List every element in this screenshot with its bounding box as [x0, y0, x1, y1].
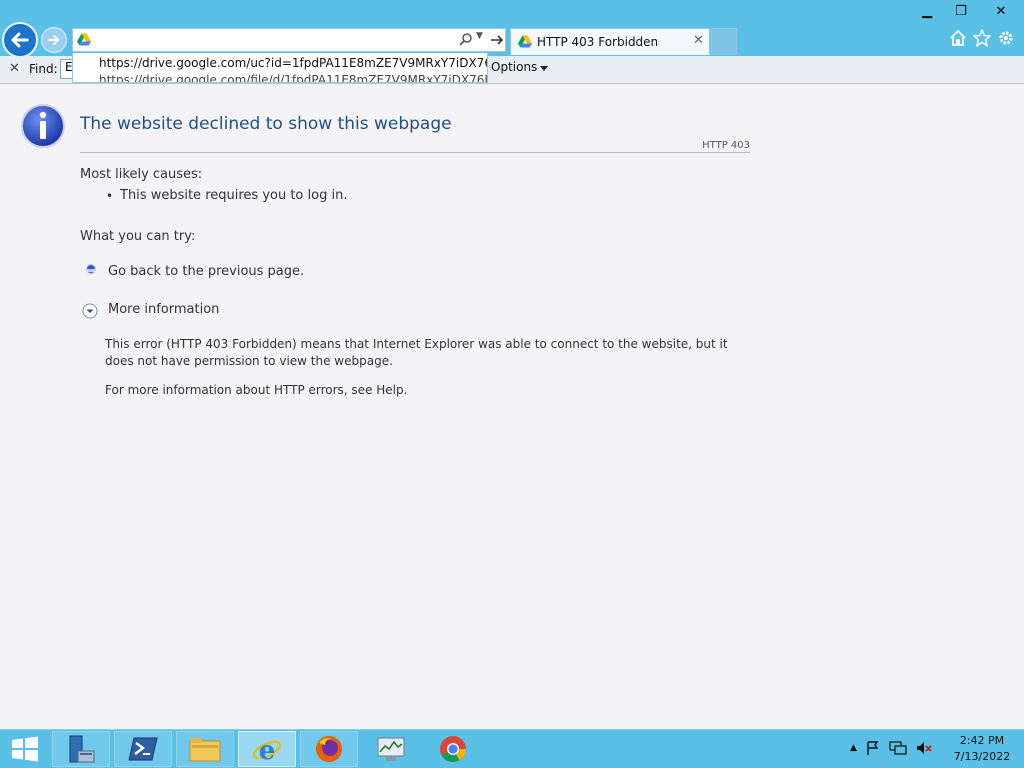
browser-chrome: ▁ ❐ ✕ ▼ HTTP 403 Forbidden ✕ ✕ Find: E O…	[0, 0, 1024, 84]
taskbar: e ▲ 2:42 PM 7/13/2022	[0, 729, 1024, 768]
tab-title: HTTP 403 Forbidden	[537, 35, 659, 49]
chrome-taskbar-icon[interactable]	[424, 731, 482, 767]
gear-icon[interactable]	[996, 28, 1016, 48]
file-explorer-taskbar-icon[interactable]	[176, 731, 234, 767]
go-back-link[interactable]: Go back to the previous page.	[108, 264, 304, 279]
system-tray: ▲	[850, 740, 933, 756]
google-drive-icon	[518, 35, 532, 48]
close-window-button[interactable]: ✕	[978, 0, 1024, 22]
chevron-down-icon[interactable]: ▼	[476, 31, 483, 41]
more-information-link[interactable]: More information	[108, 302, 219, 317]
back-arrow-icon	[11, 32, 29, 48]
volume-muted-icon[interactable]	[915, 740, 933, 756]
svg-text:e: e	[259, 736, 276, 765]
expand-chevron-icon[interactable]	[82, 303, 98, 319]
restore-button[interactable]: ❐	[944, 0, 978, 22]
go-arrow-icon[interactable]	[489, 32, 505, 48]
http-status-code: HTTP 403	[702, 140, 750, 151]
info-icon	[21, 104, 65, 148]
window-controls: ▁ ❐ ✕	[910, 0, 1024, 22]
home-icon[interactable]	[948, 28, 968, 48]
address-autocomplete-dropdown: https://drive.google.com/uc?id=1fpdPA11E…	[72, 53, 488, 83]
tab-http-403[interactable]: HTTP 403 Forbidden ✕	[510, 28, 710, 55]
server-manager-taskbar-icon[interactable]	[52, 731, 110, 767]
clock-time: 2:42 PM	[959, 734, 1005, 747]
forward-arrow-icon	[48, 35, 59, 45]
page-content: The website declined to show this webpag…	[0, 84, 1024, 729]
try-heading: What you can try:	[80, 229, 196, 244]
url-input[interactable]	[97, 31, 437, 49]
find-options-button[interactable]: Options	[486, 60, 552, 80]
windows-start-icon[interactable]	[10, 736, 40, 762]
back-button[interactable]	[2, 22, 38, 58]
minimize-button[interactable]: ▁	[910, 0, 944, 22]
error-description: This error (HTTP 403 Forbidden) means th…	[105, 337, 728, 368]
clock-date: 7/13/2022	[953, 750, 1011, 763]
cause-item: This website requires you to log in.	[120, 188, 348, 203]
new-tab-button[interactable]	[711, 28, 737, 55]
toolbar-icons	[948, 28, 1016, 48]
help-text: For more information about HTTP errors, …	[105, 383, 408, 397]
bullet: •	[106, 189, 114, 203]
google-drive-icon	[77, 33, 91, 46]
causes-heading: Most likely causes:	[80, 167, 203, 182]
divider	[80, 152, 750, 153]
action-center-flag-icon[interactable]	[865, 740, 881, 756]
chevron-down-icon	[540, 66, 548, 71]
tray-expand-icon[interactable]: ▲	[850, 743, 857, 753]
autocomplete-item[interactable]: https://drive.google.com/uc?id=1fpdPA11E…	[99, 56, 487, 70]
find-options-label: Options	[491, 60, 538, 74]
powershell-taskbar-icon[interactable]	[114, 731, 172, 767]
network-icon[interactable]	[889, 740, 907, 756]
tab-close-icon[interactable]: ✕	[693, 33, 704, 48]
find-close-icon[interactable]: ✕	[9, 61, 20, 76]
performance-monitor-taskbar-icon[interactable]	[362, 731, 420, 767]
find-label: Find:	[29, 62, 58, 76]
firefox-taskbar-icon[interactable]	[300, 731, 358, 767]
page-title: The website declined to show this webpag…	[80, 114, 452, 134]
autocomplete-item[interactable]: https://drive.google.com/file/d/1fpdPA11…	[99, 73, 487, 82]
favorites-star-icon[interactable]	[972, 28, 992, 48]
internet-explorer-taskbar-icon[interactable]: e	[238, 731, 296, 767]
clock[interactable]: 2:42 PM 7/13/2022	[950, 733, 1014, 765]
bullet-icon	[86, 264, 96, 274]
search-icon[interactable]	[458, 32, 474, 48]
address-bar[interactable]: ▼	[72, 28, 506, 52]
forward-button[interactable]	[41, 27, 67, 53]
